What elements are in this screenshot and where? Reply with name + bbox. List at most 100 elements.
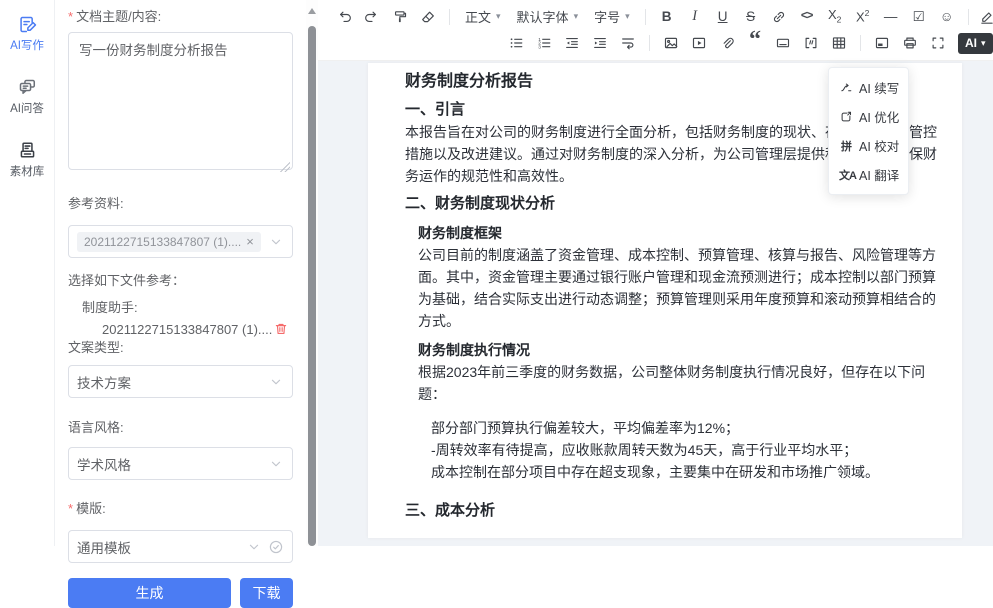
reference-select[interactable]: 2021122715133847807 (1).... ×: [68, 225, 293, 258]
underline-button[interactable]: U: [712, 5, 734, 29]
sidebar-item-material-library[interactable]: 素材库: [0, 140, 54, 179]
template-select[interactable]: 通用模板: [68, 530, 293, 563]
bullet-list-button[interactable]: [505, 31, 527, 55]
menu-item-ai-translate[interactable]: 文AAI 翻译: [829, 160, 908, 189]
divider-block-icon: [775, 35, 791, 51]
outdent-button[interactable]: [561, 31, 583, 55]
required-mark: *: [68, 9, 73, 24]
doc-paragraph: 根据2023年前三季度的财务数据，公司整体财务制度执行情况良好，但存在以下问题：: [405, 361, 938, 405]
horizontal-rule-button[interactable]: —: [880, 5, 902, 29]
font-size-select[interactable]: 字号▾: [594, 7, 630, 26]
format-painter-button[interactable]: [389, 5, 411, 29]
sidebar-item-label: AI写作: [10, 37, 44, 53]
menu-item-ai-proofread[interactable]: 拼AI 校对: [829, 131, 908, 160]
scrollbar-thumb[interactable]: [308, 26, 316, 546]
emoji-button[interactable]: ☺: [936, 5, 958, 29]
sidebar-item-ai-qa[interactable]: AI问答: [0, 77, 54, 116]
file-name: 2021122715133847807 (1)....: [102, 322, 273, 337]
file-section-label: 选择如下文件参考：: [68, 272, 293, 290]
code-block-icon: [803, 35, 819, 51]
highlight-pen-icon: [979, 9, 993, 25]
strikethrough-icon: S: [746, 10, 755, 24]
outdent-icon: [564, 35, 580, 51]
ai-proofread-icon: 拼: [839, 138, 853, 154]
font-family-select-label: 默认字体: [517, 7, 569, 26]
sidebar-item-label: 素材库: [10, 163, 45, 179]
language-style-value: 学术风格: [77, 454, 268, 474]
image-icon: [663, 35, 679, 51]
print-button[interactable]: [899, 31, 921, 55]
highlight-pen-button[interactable]: ▾: [979, 5, 993, 29]
ai-menu-button[interactable]: AI▾: [958, 33, 993, 54]
table-icon: [831, 35, 847, 51]
indent-icon: [592, 35, 608, 51]
language-style-label: 语言风格:: [68, 419, 293, 437]
language-style-select[interactable]: 学术风格: [68, 447, 293, 480]
superscript-button[interactable]: X2: [852, 5, 874, 29]
editor-toolbar: 正文▾默认字体▾字号▾BIUS<>X2X2—☑☺▾A▾▾ 123“AI▾: [318, 0, 993, 58]
ai-continue-icon: [839, 81, 853, 95]
form-panel: *文档主题/内容: 写一份财务制度分析报告 参考资料: 202112271513…: [55, 0, 306, 546]
topic-input[interactable]: 写一份财务制度分析报告: [68, 32, 293, 170]
video-button[interactable]: [688, 31, 710, 55]
menu-item-ai-continue[interactable]: AI 续写: [829, 73, 908, 102]
chevron-down-icon: [268, 234, 284, 250]
circle-check-icon: [268, 539, 284, 555]
generate-button[interactable]: 生成: [68, 578, 231, 608]
undo-button[interactable]: [333, 5, 355, 29]
float-panel-button[interactable]: [871, 31, 893, 55]
fullscreen-button[interactable]: [927, 31, 949, 55]
ordered-list-button[interactable]: 123: [533, 31, 555, 55]
attachment-icon: [719, 35, 735, 51]
indent-button[interactable]: [589, 31, 611, 55]
redo-button[interactable]: [361, 5, 383, 29]
emoji-icon: ☺: [940, 10, 954, 24]
toolbar-row-1: 正文▾默认字体▾字号▾BIUS<>X2X2—☑☺▾A▾▾: [330, 3, 983, 30]
file-group-label: 制度助手:: [68, 297, 293, 316]
tag-close-icon[interactable]: ×: [246, 236, 254, 248]
text-wrap-button[interactable]: [617, 31, 639, 55]
form-scrollbar: [306, 0, 318, 546]
sidebar-item-ai-writing[interactable]: AI写作: [0, 14, 54, 53]
eraser-button[interactable]: [417, 5, 439, 29]
ai-writing-icon: [17, 14, 38, 35]
image-button[interactable]: [660, 31, 682, 55]
ai-optimize-icon: [839, 110, 853, 124]
inline-code-button[interactable]: <>: [796, 5, 818, 29]
divider-block-button[interactable]: [772, 31, 794, 55]
resize-grip[interactable]: [280, 162, 290, 172]
redo-icon: [364, 9, 380, 25]
ai-dropdown-menu: AI 续写 AI 优化拼AI 校对文AAI 翻译: [828, 67, 909, 195]
menu-item-label: AI 续写: [859, 78, 899, 97]
table-button[interactable]: [828, 31, 850, 55]
reference-label: 参考资料:: [68, 195, 293, 213]
subscript-button[interactable]: X2: [824, 5, 846, 29]
toolbar-separator: [860, 35, 861, 51]
ordered-list-icon: 123: [536, 35, 552, 51]
menu-item-ai-optimize[interactable]: AI 优化: [829, 102, 908, 131]
link-button[interactable]: [768, 5, 790, 29]
scroll-up-icon[interactable]: [308, 8, 316, 14]
task-list-button[interactable]: ☑: [908, 5, 930, 29]
attachment-button[interactable]: [716, 31, 738, 55]
paragraph-style-select[interactable]: 正文▾: [465, 7, 501, 26]
trash-icon[interactable]: [273, 321, 289, 337]
horizontal-rule-icon: —: [884, 10, 898, 24]
strikethrough-button[interactable]: S: [740, 5, 762, 29]
font-family-select[interactable]: 默认字体 ▾: [517, 7, 579, 26]
blockquote-icon: “: [749, 37, 761, 49]
caret-down-icon: ▾: [574, 12, 579, 21]
doc-type-select[interactable]: 技术方案: [68, 365, 293, 398]
subscript-icon: X2: [828, 8, 841, 24]
download-button[interactable]: 下载: [240, 578, 293, 608]
material-library-icon: [17, 140, 38, 161]
svg-text:3: 3: [538, 45, 541, 51]
code-block-button[interactable]: [800, 31, 822, 55]
topic-label: *文档主题/内容:: [68, 8, 293, 26]
toolbar-row-2: 123“AI▾: [502, 30, 983, 56]
bold-icon: B: [662, 10, 672, 24]
superscript-icon: X2: [856, 9, 869, 23]
italic-button[interactable]: I: [684, 5, 706, 29]
blockquote-button[interactable]: “: [744, 31, 766, 55]
bold-button[interactable]: B: [656, 5, 678, 29]
